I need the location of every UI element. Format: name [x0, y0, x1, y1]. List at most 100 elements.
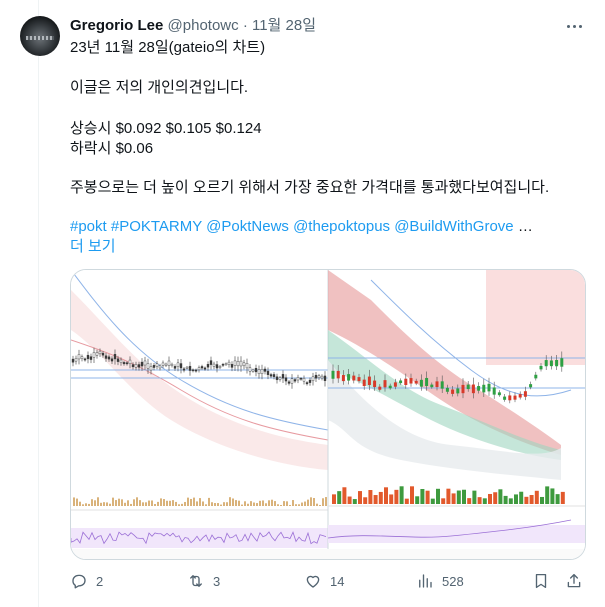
tweet-line-5: 주봉으로는 더 높이 오르기 위해서 가장 중요한 가격대를 통과했다보여집니다…: [70, 179, 550, 196]
right-candle: [482, 384, 486, 393]
hashtags-mentions[interactable]: #pokt #POKTARMY @PoktNews @thepoktopus @…: [70, 218, 514, 235]
left-volume-bar: [211, 502, 213, 506]
left-candle: [317, 375, 321, 378]
left-candle: [140, 361, 144, 367]
bookmark-button[interactable]: [532, 570, 550, 592]
retweet-button[interactable]: 3: [187, 570, 220, 592]
left-candle: [212, 363, 216, 367]
thread-line: [38, 0, 39, 607]
left-candle: [185, 366, 189, 369]
left-volume-bar: [115, 500, 117, 506]
right-volume-bar: [441, 498, 446, 504]
left-candle: [206, 364, 210, 368]
author-name[interactable]: Gregorio Lee: [70, 17, 163, 34]
left-volume-bar: [103, 502, 105, 506]
right-candle: [347, 374, 351, 381]
tweet-line-3: 상승시 $0.092 $0.105 $0.124: [70, 120, 262, 137]
right-volume-bar: [493, 492, 498, 504]
views-button[interactable]: 528: [416, 570, 464, 592]
left-volume-bar: [169, 500, 171, 506]
right-candle: [451, 389, 455, 394]
action-bar: 2 3 14 528: [70, 570, 585, 592]
right-volume-bar: [394, 489, 399, 504]
left-candle: [191, 369, 195, 372]
right-candle: [352, 375, 356, 381]
left-axis-strip: [71, 549, 328, 559]
right-candle: [544, 360, 548, 367]
reply-button[interactable]: 2: [70, 570, 103, 592]
left-volume-bar: [76, 498, 78, 506]
author-handle[interactable]: @photowc: [168, 17, 239, 34]
tweet-date[interactable]: 11월 28일: [252, 17, 316, 34]
left-candle: [233, 360, 237, 366]
like-button[interactable]: 14: [304, 570, 344, 592]
left-candle: [290, 378, 294, 384]
left-candle: [173, 366, 177, 369]
left-volume-bar: [187, 497, 189, 506]
left-candle: [158, 365, 162, 369]
left-candle: [125, 362, 129, 365]
left-candle: [152, 365, 156, 368]
share-icon: [567, 573, 581, 588]
left-candle: [146, 363, 150, 369]
left-volume-bar: [184, 501, 186, 506]
right-axis-strip: [328, 549, 585, 559]
left-candle: [98, 350, 102, 355]
right-candle: [404, 378, 408, 386]
left-volume-bar: [112, 497, 114, 506]
left-candle: [71, 358, 75, 363]
left-candle: [230, 364, 234, 368]
left-volume-bar: [148, 500, 150, 506]
views-count: 528: [442, 573, 464, 589]
right-volume-bar: [389, 494, 394, 504]
left-volume-bar: [163, 499, 165, 506]
left-candle: [236, 361, 240, 367]
right-candle: [529, 384, 533, 388]
left-candle: [242, 362, 246, 367]
right-volume-bar: [514, 494, 518, 504]
right-volume-bar: [508, 498, 513, 504]
tweet-line-2: 이글은 저의 개인의견입니다.: [70, 79, 249, 96]
right-volume-bar: [550, 488, 555, 504]
views-icon: [419, 574, 432, 588]
left-candle: [218, 366, 222, 368]
right-candle: [336, 370, 340, 379]
right-volume-bar: [410, 486, 414, 504]
left-volume-bar: [79, 501, 81, 506]
left-candle: [107, 356, 111, 360]
tweet-line-4: 하락시 $0.06: [70, 140, 154, 157]
right-volume-bar: [534, 490, 539, 504]
left-volume-bar: [253, 502, 255, 506]
left-volume-bar: [142, 502, 144, 506]
left-volume-bar: [97, 497, 99, 506]
left-volume-bar: [94, 500, 96, 506]
left-candle: [113, 354, 117, 360]
right-candle: [477, 386, 481, 391]
left-candle: [263, 368, 267, 372]
left-candle: [227, 361, 231, 365]
left-volume-bar: [292, 500, 294, 506]
more-options-icon[interactable]: [563, 16, 585, 36]
show-more-link[interactable]: 더 보기: [70, 237, 116, 257]
left-volume-bar: [316, 503, 318, 506]
left-candle: [74, 358, 78, 362]
right-volume-bar: [529, 495, 534, 504]
avatar[interactable]: [20, 16, 60, 56]
chart-image[interactable]: [70, 269, 586, 560]
right-candle: [518, 394, 522, 398]
share-button[interactable]: [565, 570, 583, 592]
right-volume-bar: [436, 488, 440, 504]
left-volume-bar: [106, 502, 108, 506]
right-volume-bar: [545, 486, 550, 504]
left-candle: [149, 366, 153, 371]
tweet-header: Gregorio Lee @photowc · 11월 28일: [70, 16, 316, 36]
left-volume-bar: [88, 503, 90, 506]
right-candle: [362, 379, 366, 387]
left-candle: [116, 358, 120, 362]
left-candle: [200, 366, 204, 369]
left-candle: [128, 359, 132, 364]
left-candle: [143, 360, 147, 366]
separator: ·: [242, 17, 248, 34]
left-candle: [320, 375, 324, 379]
right-volume-bar: [420, 488, 425, 504]
